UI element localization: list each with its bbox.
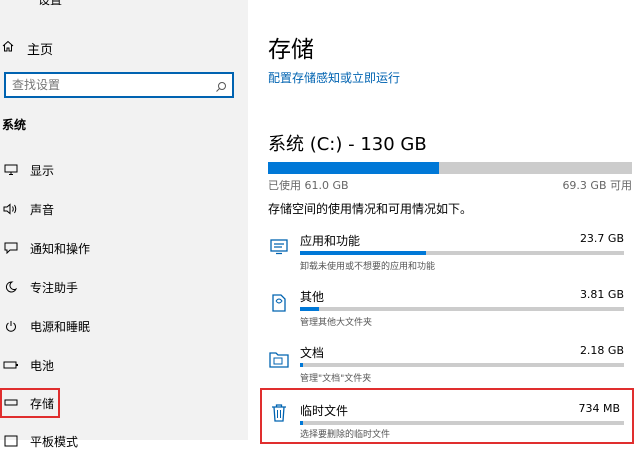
category-bar-fill	[300, 363, 304, 367]
sidebar-item-label: 电池	[30, 358, 55, 373]
speaker-icon	[2, 201, 20, 217]
category-subtitle: 管理"文档"文件夹	[300, 374, 372, 384]
home-icon	[2, 40, 27, 56]
other-files-icon	[268, 292, 290, 314]
home-link[interactable]: 主页	[2, 38, 53, 58]
display-icon	[2, 162, 20, 178]
search-input[interactable]	[12, 76, 208, 94]
sidebar-item-label: 存储	[30, 396, 55, 411]
category-other[interactable]: 其他 3.81 GB 管理其他大文件夹	[264, 288, 630, 334]
category-name: 临时文件	[300, 404, 349, 418]
category-temp-files[interactable]: 临时文件 734 MB 选择要删除的临时文件	[260, 388, 634, 444]
sidebar: 设置 主页 系统 显示 声音 通知和操作 专注助手 电源和睡眠 电池 存储	[0, 0, 248, 449]
category-bar-fill	[300, 251, 427, 255]
category-apps[interactable]: 应用和功能 23.7 GB 卸载未使用或不想要的应用和功能	[264, 232, 630, 278]
category-size: 734 MB	[578, 402, 620, 415]
drive-usage-fill	[268, 162, 440, 174]
category-bar	[300, 251, 624, 255]
sidebar-item-power[interactable]: 电源和睡眠	[0, 315, 90, 337]
category-name: 文档	[300, 346, 325, 360]
sidebar-item-battery[interactable]: 电池	[0, 354, 54, 376]
category-size: 2.18 GB	[579, 344, 624, 357]
sidebar-item-label: 平板模式	[30, 434, 79, 449]
category-size: 3.81 GB	[579, 288, 624, 301]
moon-icon	[2, 279, 20, 295]
sidebar-item-display[interactable]: 显示	[0, 159, 54, 181]
drive-title: 系统 (C:) - 130 GB	[268, 134, 427, 155]
category-bar	[300, 363, 624, 367]
tablet-icon	[2, 433, 20, 449]
sidebar-item-label: 显示	[30, 163, 55, 178]
power-icon	[2, 318, 20, 334]
home-label: 主页	[27, 42, 54, 58]
sidebar-item-label: 电源和睡眠	[30, 319, 91, 334]
main-panel: 存储 配置存储感知或立即运行 系统 (C:) - 130 GB 已使用 61.0…	[248, 0, 642, 444]
notification-icon	[2, 240, 20, 256]
configure-storage-sense-link[interactable]: 配置存储感知或立即运行	[268, 69, 400, 86]
category-bar-fill	[300, 421, 304, 425]
used-space-label: 已使用 61.0 GB	[268, 179, 349, 192]
category-bar-fill	[300, 307, 320, 311]
search-icon[interactable]	[215, 78, 227, 97]
sidebar-item-storage[interactable]: 存储	[0, 388, 60, 418]
sidebar-item-notifications[interactable]: 通知和操作	[0, 237, 90, 259]
category-size: 23.7 GB	[579, 232, 624, 245]
sidebar-item-sound[interactable]: 声音	[0, 198, 54, 220]
page-title: 存储	[268, 37, 314, 63]
sidebar-item-label: 声音	[30, 202, 55, 217]
available-space-label: 69.3 GB 可用	[562, 179, 632, 192]
sidebar-item-label: 专注助手	[30, 280, 79, 295]
sidebar-item-focus-assist[interactable]: 专注助手	[0, 276, 78, 298]
storage-icon	[2, 395, 20, 411]
window-title: 设置	[38, 0, 63, 7]
category-subtitle: 卸载未使用或不想要的应用和功能	[300, 262, 436, 272]
category-documents[interactable]: 文档 2.18 GB 管理"文档"文件夹	[264, 344, 630, 390]
sidebar-item-tablet-mode[interactable]: 平板模式	[0, 430, 78, 452]
category-name: 应用和功能	[300, 234, 361, 248]
category-subtitle: 管理其他大文件夹	[300, 318, 373, 328]
section-title: 系统	[2, 118, 27, 132]
documents-icon	[268, 348, 290, 370]
search-box[interactable]	[4, 72, 234, 98]
storage-description: 存储空间的使用情况和可用情况如下。	[268, 202, 473, 216]
apps-icon	[268, 236, 290, 258]
category-name: 其他	[300, 290, 325, 304]
category-subtitle: 选择要删除的临时文件	[300, 430, 391, 440]
category-bar	[300, 421, 624, 425]
category-bar	[300, 307, 624, 311]
trash-icon	[268, 402, 290, 424]
battery-icon	[2, 357, 20, 373]
drive-usage-bar	[268, 162, 632, 174]
sidebar-item-label: 通知和操作	[30, 241, 91, 256]
